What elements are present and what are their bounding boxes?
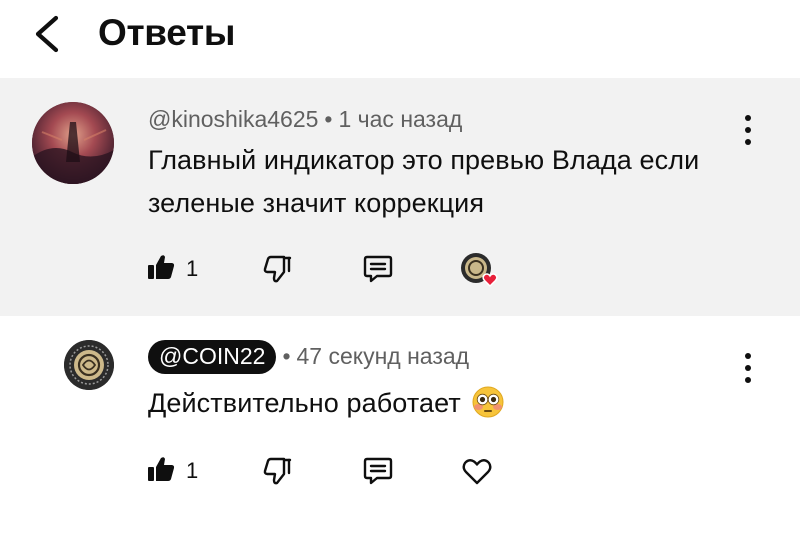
comment-icon [363,255,393,283]
avatar[interactable] [64,340,114,390]
like-button[interactable] [146,454,176,484]
comment-time: 1 час назад [338,106,463,132]
kebab-dot [745,377,751,383]
header-bar: Ответы [0,0,800,78]
creator-heart-badge [459,250,503,290]
comment-text-line: Главный индикатор это превью Влада если [148,145,700,175]
kebab-dot [745,127,751,133]
comment-icon [363,457,393,485]
reply-button[interactable] [362,253,394,285]
dislike-button[interactable] [262,456,292,486]
thumb-up-icon [148,255,175,279]
comment-text: Главный индикатор это превью Влада если … [148,139,699,225]
reply-comment: @COIN22 • 47 секунд назад Действительно ра… [0,316,800,537]
dislike-button[interactable] [262,254,292,284]
creator-avatar-heart-icon [461,253,498,288]
comment-meta: @kinoshika4625 • 1 час назад [148,106,462,133]
avatar[interactable] [32,102,114,184]
comment-meta: @COIN22 • 47 секунд назад [148,340,469,374]
more-options-button[interactable] [736,110,760,150]
comment-text-content: Действительно работает [148,388,461,418]
comment-time: 47 секунд назад [296,343,470,369]
like-count: 1 [186,256,199,281]
author-handle[interactable]: @kinoshika4625 [148,106,318,132]
page-title: Ответы [98,12,236,53]
kebab-dot [745,115,751,121]
coin-avatar-image [64,340,114,390]
kebab-dot [745,139,751,145]
kebab-dot [745,353,751,359]
author-handle-pill[interactable]: @COIN22 [148,340,277,374]
heart-icon [462,459,492,485]
meta-separator: • [324,106,333,132]
meta-separator: • [282,343,291,369]
back-button[interactable] [28,12,68,56]
thumb-up-icon [148,457,175,481]
comment-text-line: зеленые значит коррекция [148,188,485,218]
reply-button[interactable] [362,455,394,487]
thumb-down-icon [263,255,292,283]
like-button[interactable] [146,252,176,282]
parent-comment: @kinoshika4625 • 1 час назад Главный индик… [0,78,800,316]
chevron-left-icon [35,15,59,53]
comment-text: Действительно работает [148,382,504,425]
like-count: 1 [186,458,199,483]
avatar-image [32,102,114,184]
heart-button[interactable] [461,455,493,487]
more-options-button[interactable] [736,348,760,388]
kebab-dot [745,365,751,371]
flushed-face-emoji-icon [472,386,504,418]
thumb-down-icon [263,457,292,485]
